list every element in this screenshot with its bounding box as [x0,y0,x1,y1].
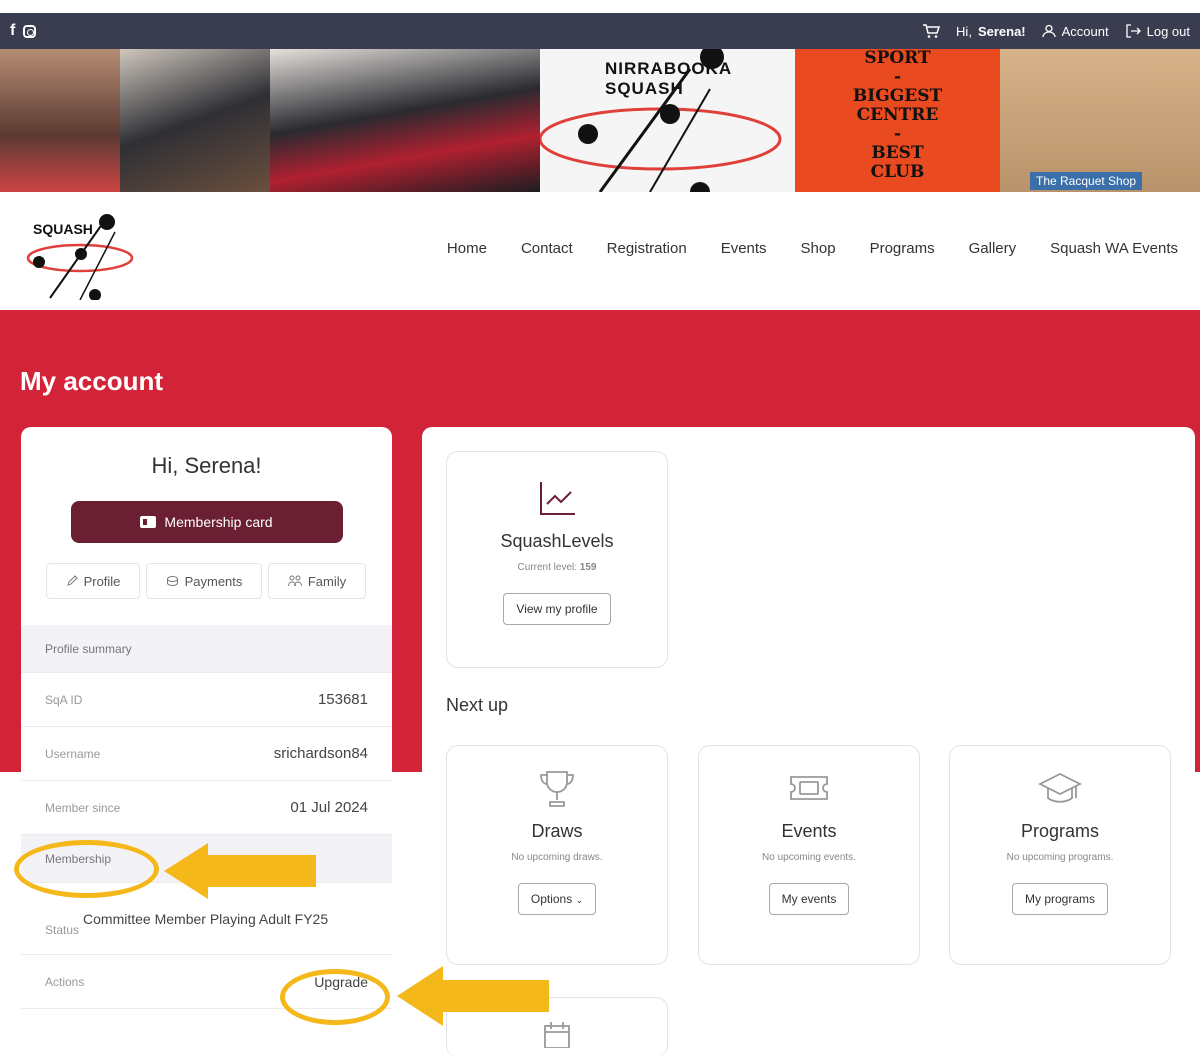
banner-logo-text: NIRRABOOKA SQUASH [605,59,732,98]
banner-photo-2 [120,49,270,192]
member-since-row: Member since 01 Jul 2024 [21,781,392,835]
nav-squash-wa-events[interactable]: Squash WA Events [1050,240,1178,257]
social-links: f [10,22,37,40]
tab-payments-label: Payments [184,573,243,589]
logout-icon [1125,24,1141,38]
nav-shop[interactable]: Shop [801,240,836,257]
sqa-id-label: SqA ID [45,692,83,707]
tab-payments[interactable]: Payments [146,563,262,599]
status-label: Status [45,922,80,937]
account-link[interactable]: Account [1041,24,1109,39]
sign-line: BEST [871,143,924,163]
programs-empty: No upcoming programs. [1006,852,1114,863]
tab-profile[interactable]: Profile [46,563,140,599]
page-title: My account [20,366,164,396]
my-events-button[interactable]: My events [768,883,850,915]
main-nav: Home Contact Registration Events Shop Pr… [447,240,1178,257]
pencil-icon [66,575,78,586]
account-sidebar: Hi, Serena! Membership card Profile Paym… [21,427,392,1047]
sign-line: - [893,124,902,144]
membership-card-button[interactable]: Membership card [70,501,343,543]
next-up-heading: Next up [446,695,509,715]
banner-photo-3 [270,49,540,192]
nav-events[interactable]: Events [721,240,767,257]
account-greeting: Hi, Serena! [151,453,262,478]
tab-profile-label: Profile [83,573,121,589]
username-row: Username srichardson84 [21,727,392,781]
logout-link[interactable]: Log out [1125,24,1190,39]
cart-icon[interactable] [922,23,941,39]
svg-text:SQUASH: SQUASH [33,221,93,237]
banner-photo-1 [0,49,120,192]
profile-summary-header: Profile summary [21,625,392,673]
instagram-icon[interactable] [23,24,37,38]
id-card-icon [140,516,157,528]
member-since-value: 01 Jul 2024 [290,799,368,816]
membership-card-label: Membership card [164,514,273,530]
membership-highlight-arrow [164,843,316,899]
sqa-id-row: SqA ID 153681 [21,673,392,727]
sqa-id-value: 153681 [317,691,368,708]
sign-line: SPORT [864,49,931,68]
username-label: Username [45,746,101,761]
trophy-icon [540,771,574,807]
graduation-cap-icon [1037,772,1083,803]
nav-home[interactable]: Home [447,240,487,257]
username-value: srichardson84 [273,745,368,762]
tab-family-label: Family [307,573,347,589]
user-greeting: Hi, Serena! [956,23,1026,39]
events-empty: No upcoming events. [762,852,856,863]
current-level-value: 159 [579,562,597,573]
site-header: SQUASH Home Contact Registration Events … [0,192,1200,310]
facebook-icon[interactable]: f [10,22,15,40]
upgrade-highlight-ring [280,969,390,1025]
nav-registration[interactable]: Registration [607,240,687,257]
user-icon [1041,24,1056,38]
racquet-shop-label: The Racquet Shop [1030,172,1143,190]
line-chart-icon [540,482,575,515]
account-tabs: Profile Payments Family [21,563,392,599]
membership-highlight-ring [14,840,159,898]
events-card: Events No upcoming events. My events [698,745,920,965]
header-banner: NIRRABOOKA SQUASH SPORT - BIGGEST CENTRE… [0,49,1200,192]
site-logo[interactable]: SQUASH [25,200,135,301]
ticket-icon [790,776,828,800]
squashlevels-title: SquashLevels [500,531,614,551]
options-dropdown[interactable]: Options ⌄ [517,883,597,915]
sign-line: BIGGEST [852,86,943,106]
top-bar: f Hi, Serena! Account Log out [0,13,1200,49]
sign-line: CLUB [870,162,925,182]
banner-logo: NIRRABOOKA SQUASH [538,49,795,192]
account-dashboard: SquashLevels Current level: 159 View my … [422,427,1195,1057]
user-name: Serena! [977,23,1026,39]
banner-sign: SPORT - BIGGEST CENTRE - BEST CLUB [795,49,1000,192]
squashlevels-card: SquashLevels Current level: 159 View my … [446,451,668,668]
sign-line: - [893,67,902,87]
programs-card: Programs No upcoming programs. My progra… [949,745,1171,965]
member-since-label: Member since [45,800,121,815]
my-programs-button[interactable]: My programs [1011,883,1108,915]
upgrade-highlight-arrow [397,966,549,1026]
programs-title: Programs [1020,821,1100,841]
view-profile-button[interactable]: View my profile [503,593,611,625]
status-value: Committee Member Playing Adult FY25 [83,910,329,927]
nav-gallery[interactable]: Gallery [969,240,1017,257]
chevron-down-icon: ⌄ [575,895,584,905]
coins-icon [166,576,178,587]
actions-label: Actions [45,974,85,989]
nav-programs[interactable]: Programs [870,240,935,257]
sign-line: CENTRE [856,105,939,125]
profile-summary: Profile summary SqA ID 153681 Username s… [21,625,392,1009]
draws-empty: No upcoming draws. [511,852,603,863]
draws-title: Draws [531,821,583,841]
current-level: Current level: 159 [517,562,597,573]
nav-contact[interactable]: Contact [521,240,573,257]
events-title: Events [781,821,837,841]
banner-photo-6: The Racquet Shop [1000,49,1200,192]
family-icon [287,575,302,587]
user-menu: Hi, Serena! Account Log out [922,23,1190,39]
tab-family[interactable]: Family [268,563,366,599]
draws-card: Draws No upcoming draws. Options ⌄ [446,745,668,965]
